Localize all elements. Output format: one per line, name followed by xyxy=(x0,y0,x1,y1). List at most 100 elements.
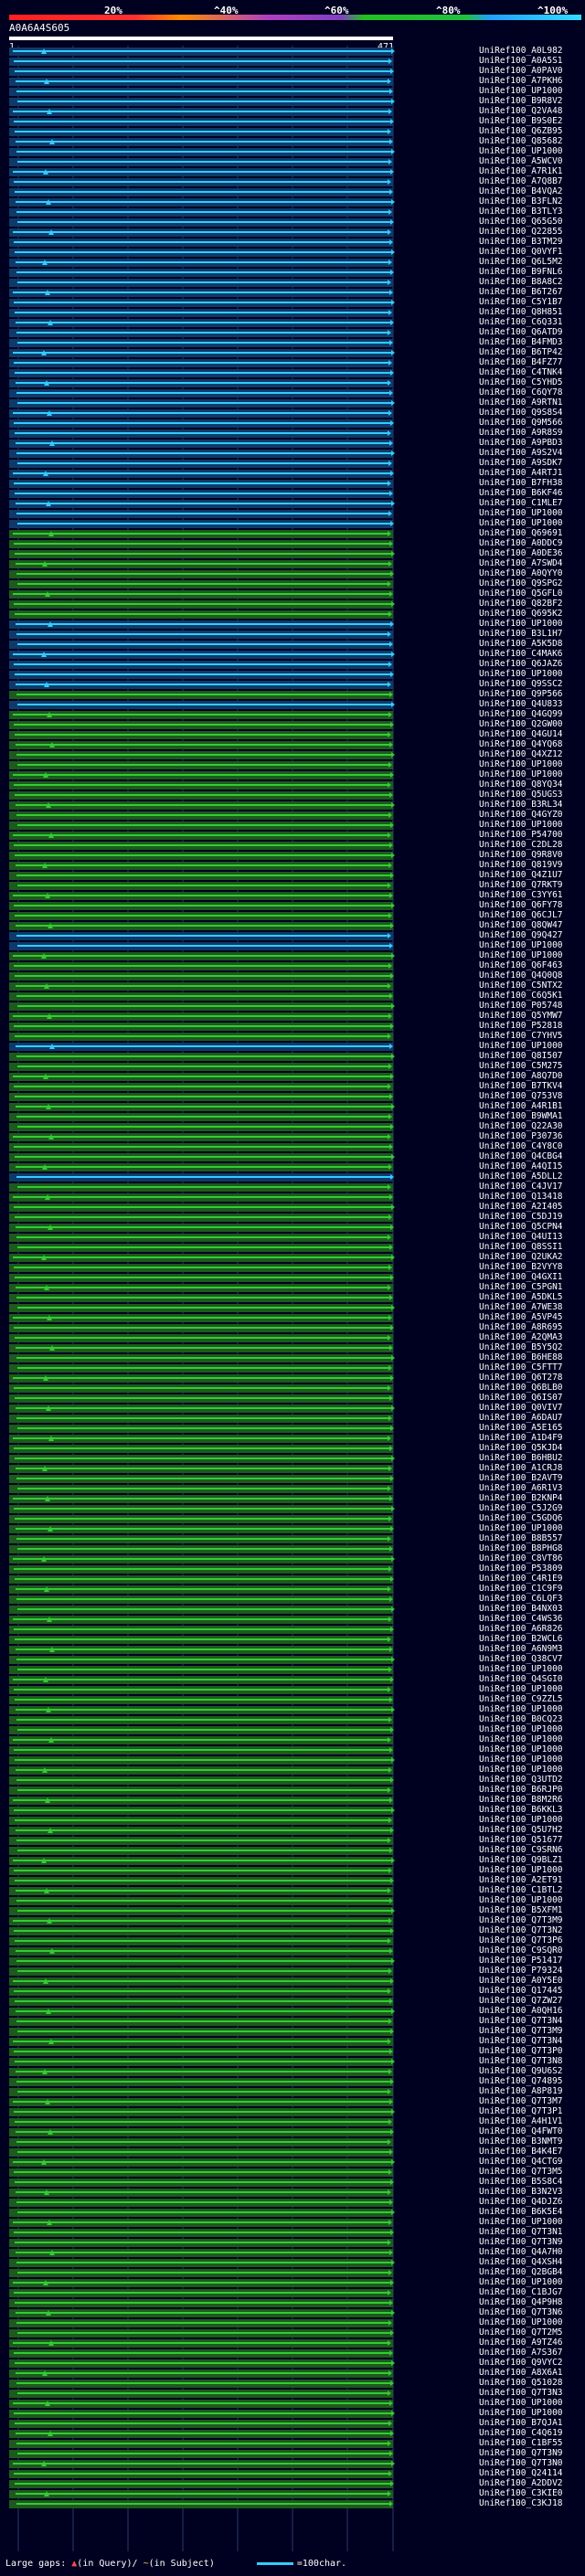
hit-label[interactable]: UniRef100_B3L1H7 xyxy=(479,630,563,639)
hit-label[interactable]: UniRef100_Q6JAZ6 xyxy=(479,660,563,669)
hit-label[interactable]: UniRef100_Q4UI13 xyxy=(479,1233,563,1242)
hit-label[interactable]: UniRef100_UP1000 xyxy=(479,2278,563,2287)
hit-label[interactable]: UniRef100_Q5U7H2 xyxy=(479,1826,563,1835)
hit-label[interactable]: UniRef100_A0L982 xyxy=(479,47,563,56)
hit-label[interactable]: UniRef100_A7WE38 xyxy=(479,1303,563,1312)
hit-label[interactable]: UniRef100_Q9S8S4 xyxy=(479,408,563,418)
hit-label[interactable]: UniRef100_C5GDQ6 xyxy=(479,1514,563,1523)
hit-label[interactable]: UniRef100_A8R695 xyxy=(479,1323,563,1332)
hit-label[interactable]: UniRef100_Q8I507 xyxy=(479,1052,563,1061)
hit-label[interactable]: UniRef100_C6LQF3 xyxy=(479,1595,563,1604)
hit-label[interactable]: UniRef100_Q9R8V0 xyxy=(479,851,563,860)
hit-label[interactable]: UniRef100_Q753V8 xyxy=(479,1092,563,1101)
hit-label[interactable]: UniRef100_Q6ZB95 xyxy=(479,127,563,136)
hit-label[interactable]: UniRef100_A9R8S9 xyxy=(479,429,563,438)
hit-label[interactable]: UniRef100_Q6FY78 xyxy=(479,901,563,910)
hit-label[interactable]: UniRef100_UP1000 xyxy=(479,1665,563,1674)
hit-label[interactable]: UniRef100_UP1000 xyxy=(479,1765,563,1775)
hit-label[interactable]: UniRef100_A7S367 xyxy=(479,2348,563,2358)
hit-label[interactable]: UniRef100_A9RTN1 xyxy=(479,398,563,408)
hit-label[interactable]: UniRef100_Q13418 xyxy=(479,1193,563,1202)
hit-label[interactable]: UniRef100_C3KJ18 xyxy=(479,2499,563,2508)
hit-label[interactable]: UniRef100_C4Y8C0 xyxy=(479,1142,563,1151)
hit-label[interactable]: UniRef100_Q4Z1U7 xyxy=(479,871,563,880)
hit-label[interactable]: UniRef100_Q9BLZ1 xyxy=(479,1856,563,1865)
hit-label[interactable]: UniRef100_P05748 xyxy=(479,1002,563,1011)
hit-label[interactable]: UniRef100_Q4GYZ0 xyxy=(479,811,563,820)
hit-label[interactable]: UniRef100_UP1000 xyxy=(479,951,563,960)
hit-label[interactable]: UniRef100_C5NTX2 xyxy=(479,981,563,991)
hit-label[interactable]: UniRef100_UP1000 xyxy=(479,941,563,950)
hit-label[interactable]: UniRef100_Q7T2M5 xyxy=(479,2328,563,2337)
hit-label[interactable]: UniRef100_B8M2R6 xyxy=(479,1796,563,1805)
hit-label[interactable]: UniRef100_B2WCL6 xyxy=(479,1635,563,1644)
hit-label[interactable]: UniRef100_Q65G50 xyxy=(479,217,563,227)
hit-label[interactable]: UniRef100_UP1000 xyxy=(479,1816,563,1825)
hit-label[interactable]: UniRef100_Q7RKT9 xyxy=(479,881,563,890)
hit-label[interactable]: UniRef100_UP1000 xyxy=(479,509,563,518)
hit-label[interactable]: UniRef100_Q69691 xyxy=(479,529,563,538)
hit-label[interactable]: UniRef100_UP1000 xyxy=(479,760,563,769)
hit-label[interactable]: UniRef100_A4RTJ1 xyxy=(479,469,563,478)
hit-label[interactable]: UniRef100_Q4P9H8 xyxy=(479,2298,563,2307)
hit-label[interactable]: UniRef100_Q4GXI1 xyxy=(479,1273,563,1282)
hit-label[interactable]: UniRef100_A6DAU7 xyxy=(479,1414,563,1423)
hit-label[interactable]: UniRef100_B2VYY8 xyxy=(479,1263,563,1272)
hit-label[interactable]: UniRef100_B2KNP4 xyxy=(479,1494,563,1503)
hit-label[interactable]: UniRef100_B6HBU2 xyxy=(479,1454,563,1463)
hit-label[interactable]: UniRef100_Q24114 xyxy=(479,2469,563,2478)
hit-label[interactable]: UniRef100_B9FNL6 xyxy=(479,268,563,277)
hit-label[interactable]: UniRef100_Q17445 xyxy=(479,1987,563,1996)
hit-label[interactable]: UniRef100_Q85682 xyxy=(479,137,563,146)
hit-label[interactable]: UniRef100_B9S0E2 xyxy=(479,117,563,126)
hit-label[interactable]: UniRef100_C1MLE7 xyxy=(479,499,563,508)
hit-label[interactable]: UniRef100_B4FMD3 xyxy=(479,338,563,347)
hit-label[interactable]: UniRef100_C6Q5K1 xyxy=(479,991,563,1001)
hit-label[interactable]: UniRef100_A8X6A1 xyxy=(479,2369,563,2378)
hit-label[interactable]: UniRef100_B3TLY3 xyxy=(479,207,563,217)
hit-label[interactable]: UniRef100_Q9M566 xyxy=(479,419,563,428)
hit-label[interactable]: UniRef100_Q4XSH4 xyxy=(479,2258,563,2267)
hit-label[interactable]: UniRef100_Q7T3N1 xyxy=(479,2228,563,2237)
hit-label[interactable]: UniRef100_B7FH38 xyxy=(479,479,563,488)
hit-label[interactable]: UniRef100_C8VT86 xyxy=(479,1554,563,1564)
hit-label[interactable]: UniRef100_C4R1E9 xyxy=(479,1574,563,1584)
hit-label[interactable]: UniRef100_Q8SSI1 xyxy=(479,1243,563,1252)
hit-label[interactable]: UniRef100_A9S2V4 xyxy=(479,449,563,458)
hit-label[interactable]: UniRef100_A8P819 xyxy=(479,2087,563,2096)
hit-label[interactable]: UniRef100_Q4YQ68 xyxy=(479,740,563,749)
hit-label[interactable]: UniRef100_Q5UGS3 xyxy=(479,790,563,800)
hit-label[interactable]: UniRef100_UP1000 xyxy=(479,1705,563,1714)
hit-label[interactable]: UniRef100_C1BF55 xyxy=(479,2439,563,2448)
hit-label[interactable]: UniRef100_A7Q8B7 xyxy=(479,177,563,186)
hit-label[interactable]: UniRef100_A4H1V1 xyxy=(479,2117,563,2126)
hit-label[interactable]: UniRef100_C5YHD5 xyxy=(479,378,563,387)
hit-label[interactable]: UniRef100_Q4SGI0 xyxy=(479,1675,563,1684)
hit-label[interactable]: UniRef100_UP1000 xyxy=(479,1725,563,1734)
hit-label[interactable]: UniRef100_B9R8V2 xyxy=(479,97,563,106)
hit-label[interactable]: UniRef100_C6Q331 xyxy=(479,318,563,327)
hit-label[interactable]: UniRef100_Q9VYC2 xyxy=(479,2359,563,2368)
hit-label[interactable]: UniRef100_A7R1K1 xyxy=(479,167,563,176)
hit-label[interactable]: UniRef100_UP1000 xyxy=(479,2318,563,2327)
hit-label[interactable]: UniRef100_Q0VYF1 xyxy=(479,248,563,257)
hit-label[interactable]: UniRef100_A0QH16 xyxy=(479,2007,563,2016)
hit-label[interactable]: UniRef100_B6T267 xyxy=(479,288,563,297)
hit-label[interactable]: UniRef100_UP1000 xyxy=(479,1735,563,1744)
hit-label[interactable]: UniRef100_B6RJP0 xyxy=(479,1786,563,1795)
hit-label[interactable]: UniRef100_B4FZ77 xyxy=(479,358,563,367)
hit-label[interactable]: UniRef100_B6HE88 xyxy=(479,1353,563,1362)
hit-label[interactable]: UniRef100_C6QY78 xyxy=(479,388,563,398)
hit-label[interactable]: UniRef100_Q51028 xyxy=(479,2379,563,2388)
hit-label[interactable]: UniRef100_A9SDK7 xyxy=(479,459,563,468)
hit-label[interactable]: UniRef100_Q9P566 xyxy=(479,690,563,699)
hit-label[interactable]: UniRef100_C4MAK6 xyxy=(479,650,563,659)
hit-label[interactable]: UniRef100_UP1000 xyxy=(479,2399,563,2408)
hit-label[interactable]: UniRef100_Q9U6S2 xyxy=(479,2067,563,2076)
hit-label[interactable]: UniRef100_P30736 xyxy=(479,1132,563,1141)
hit-label[interactable]: UniRef100_UP1000 xyxy=(479,2409,563,2418)
hit-label[interactable]: UniRef100_Q7T3N6 xyxy=(479,2308,563,2317)
hit-label[interactable]: UniRef100_UP1000 xyxy=(479,1042,563,1051)
hit-label[interactable]: UniRef100_Q7T3N8 xyxy=(479,2057,563,2066)
hit-label[interactable]: UniRef100_B4K4E7 xyxy=(479,2147,563,2157)
